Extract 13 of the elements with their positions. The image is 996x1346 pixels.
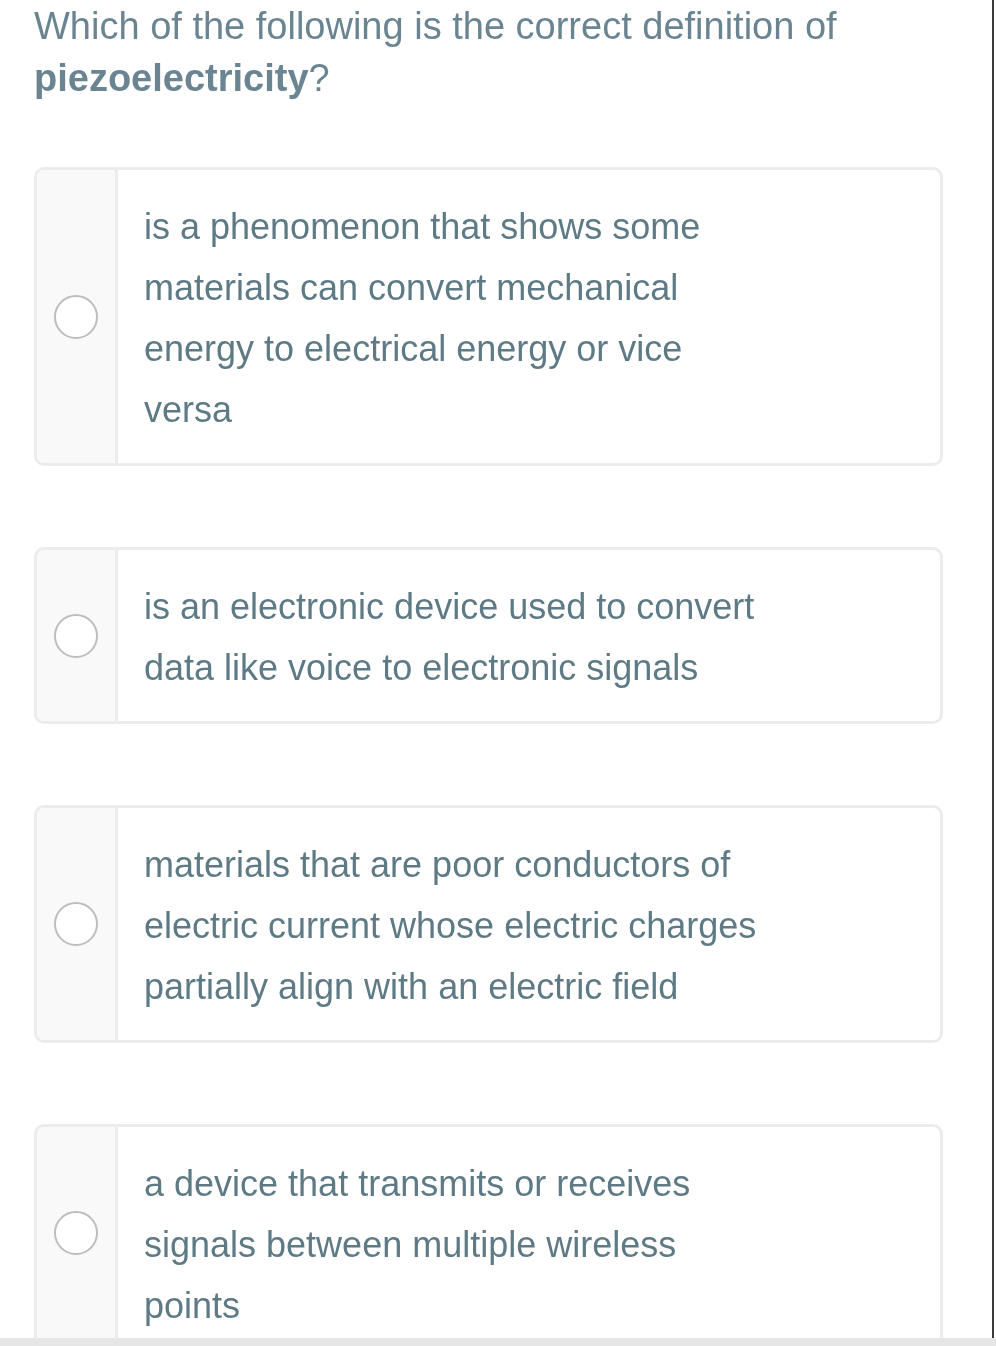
radio-button[interactable] <box>54 613 98 658</box>
answer-option[interactable]: materials that are poor conductors of electric current whose electric charges partially align with an electric field <box>34 805 943 1043</box>
radio-button[interactable] <box>54 294 98 339</box>
answer-option[interactable]: a device that transmits or receives signals between multiple wireless points <box>34 1124 943 1338</box>
option-text: materials that are poor conductors of electric current whose electric charges partially align with an electric field <box>144 843 758 1009</box>
radio-button[interactable] <box>54 902 98 946</box>
option-text: a device that transmits or receives signals between multiple wireless points <box>144 1162 692 1328</box>
radio-button[interactable] <box>54 1210 98 1255</box>
question-text: Which of the following is the correct definition of piezoelectricity? <box>34 4 838 101</box>
answer-option[interactable]: is a phenomenon that shows some materials can convert mechanical energy to electrical energy or vice versa <box>34 167 943 466</box>
option-text: is an electronic device used to convert data like voice to electronic signals <box>144 585 756 690</box>
option-text: is a phenomenon that shows some materials can convert mechanical energy to electrical energy or vice versa <box>144 205 702 432</box>
answer-option[interactable]: is an electronic device used to convert data like voice to electronic signals <box>34 547 943 724</box>
